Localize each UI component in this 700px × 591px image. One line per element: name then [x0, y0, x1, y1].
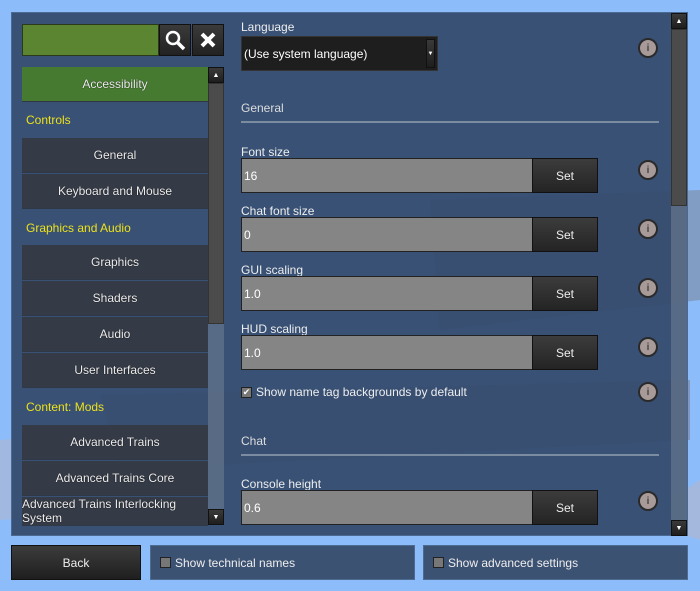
chat-font-size-label: Chat font size [241, 204, 315, 218]
nav-scrollbar-track[interactable] [208, 324, 224, 509]
nav-item-graphics[interactable]: Graphics [22, 245, 208, 280]
nav-heading: Controls [26, 113, 71, 127]
nav-heading: Graphics and Audio [26, 221, 131, 235]
gui-scaling-label: GUI scaling [241, 263, 304, 277]
technical-names-label: Show technical names [175, 555, 296, 570]
gui-scaling-input[interactable]: 1.0 [241, 276, 533, 311]
nav-item-keyboard-and-mouse[interactable]: Keyboard and Mouse [22, 174, 208, 209]
search-input[interactable] [22, 24, 159, 56]
info-icon[interactable]: i [638, 337, 658, 357]
font-size-label: Font size [241, 145, 290, 159]
nav-scroll-down[interactable]: ▼ [208, 509, 224, 525]
content-scrollbar-thumb[interactable] [671, 29, 687, 206]
back-button[interactable]: Back [11, 545, 141, 580]
nav-heading: Content: Mods [26, 400, 105, 414]
section-heading-general: General [241, 101, 284, 115]
nav-scrollbar-thumb[interactable] [208, 83, 224, 324]
nav-item-advanced-trains[interactable]: Advanced Trains [22, 425, 208, 460]
language-dropdown[interactable]: (Use system language) ▼ [241, 36, 438, 71]
info-icon[interactable]: i [638, 278, 658, 298]
nav-item-advanced-trains-core[interactable]: Advanced Trains Core [22, 461, 208, 496]
checkbox-unchecked[interactable] [433, 557, 444, 568]
content-scrollbar-track[interactable] [671, 206, 687, 520]
advanced-settings-label: Show advanced settings [448, 555, 579, 570]
search-icon [165, 30, 186, 51]
name-tag-checkbox[interactable]: ✔ Show name tag backgrounds by default [241, 385, 467, 399]
name-tag-label: Show name tag backgrounds by default [256, 385, 467, 399]
nav-item-audio[interactable]: Audio [22, 317, 208, 352]
language-label: Language [241, 20, 295, 34]
nav-item-advanced-trains-interlocking-system[interactable]: Advanced Trains Interlocking System [22, 497, 208, 526]
console-height-input[interactable]: 0.6 [241, 490, 533, 525]
info-icon[interactable]: i [638, 38, 658, 58]
nav-item-user-interfaces[interactable]: User Interfaces [22, 353, 208, 388]
checkbox-checked[interactable]: ✔ [241, 387, 252, 399]
close-icon [200, 32, 216, 48]
content-scroll-down[interactable]: ▼ [671, 520, 687, 536]
hud-scaling-set-button[interactable]: Set [532, 335, 598, 370]
search-button[interactable] [159, 24, 191, 56]
clear-search-button[interactable] [192, 24, 224, 56]
nav-item-accessibility[interactable]: Accessibility [22, 67, 208, 102]
info-icon[interactable]: i [638, 160, 658, 180]
info-icon[interactable]: i [638, 382, 658, 402]
hud-scaling-input[interactable]: 1.0 [241, 335, 533, 370]
nav-item-shaders[interactable]: Shaders [22, 281, 208, 316]
info-icon[interactable]: i [638, 219, 658, 239]
chat-font-size-set-button[interactable]: Set [532, 217, 598, 252]
font-size-set-button[interactable]: Set [532, 158, 598, 193]
hud-scaling-label: HUD scaling [241, 322, 308, 336]
show-advanced-settings-checkbox[interactable]: Show advanced settings [423, 545, 688, 580]
checkbox-unchecked[interactable] [160, 557, 171, 568]
console-height-set-button[interactable]: Set [532, 490, 598, 525]
section-heading-chat: Chat [241, 434, 267, 448]
chevron-down-icon: ▼ [426, 39, 435, 68]
nav-item-general[interactable]: General [22, 138, 208, 173]
nav-scroll-up[interactable]: ▲ [208, 67, 224, 83]
font-size-input[interactable]: 16 [241, 158, 533, 193]
separator [241, 121, 659, 123]
language-value: (Use system language) [244, 46, 368, 61]
gui-scaling-set-button[interactable]: Set [532, 276, 598, 311]
content-scroll-up[interactable]: ▲ [671, 13, 687, 29]
console-height-label: Console height [241, 477, 322, 491]
chat-font-size-input[interactable]: 0 [241, 217, 533, 252]
show-technical-names-checkbox[interactable]: Show technical names [150, 545, 415, 580]
separator [241, 454, 659, 456]
info-icon[interactable]: i [638, 491, 658, 511]
